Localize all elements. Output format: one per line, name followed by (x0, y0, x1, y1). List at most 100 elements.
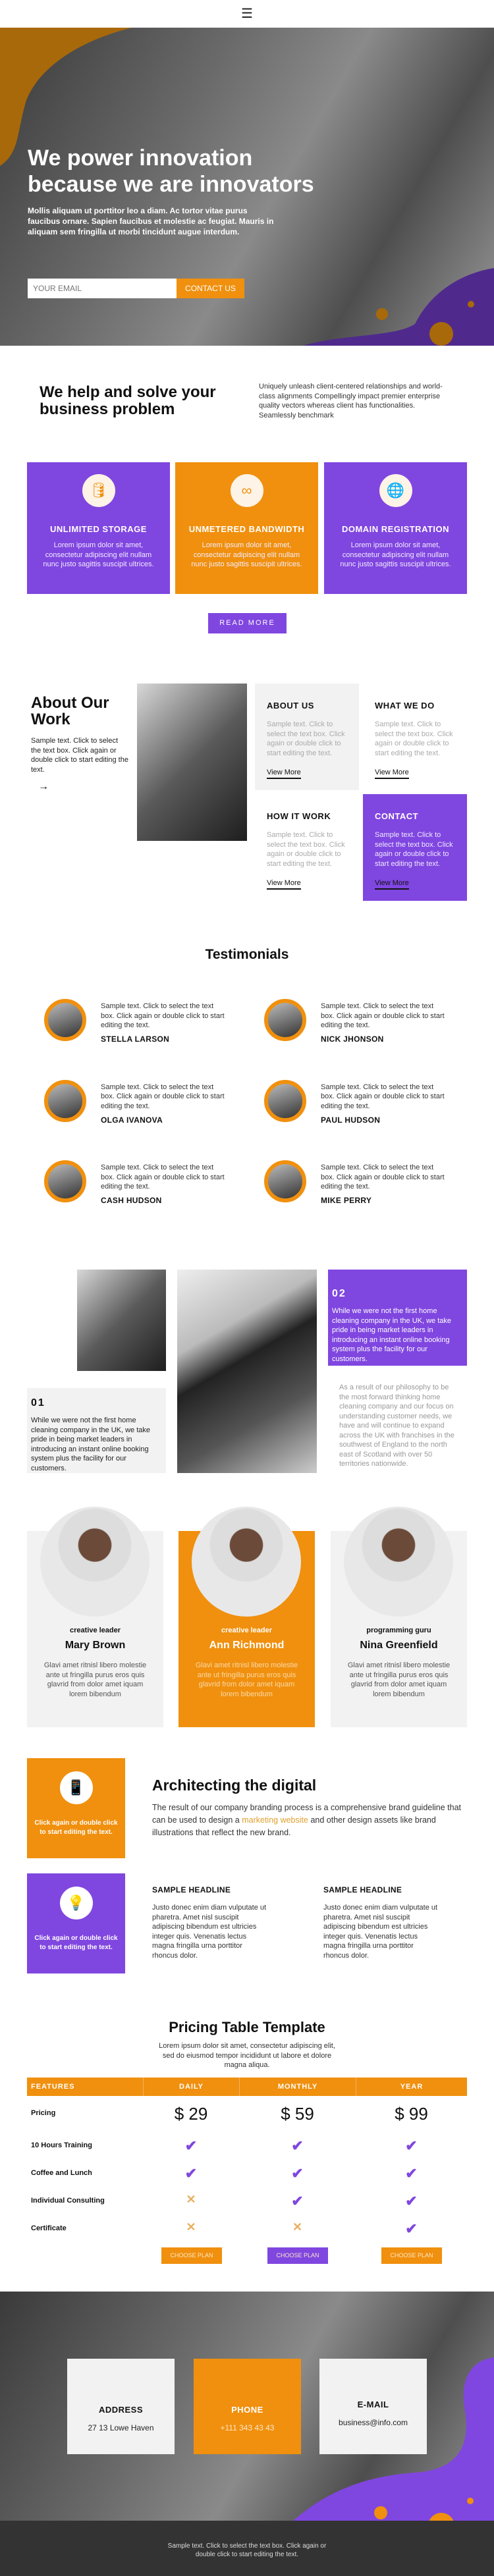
service-card-text: Lorem ipsum dolor sit amet, consectetur … (340, 541, 451, 568)
service-card: 🛢 UNLIMITED STORAGE Lorem ipsum dolor sit … (27, 462, 170, 594)
service-card-title: UNMETERED BANDWIDTH (188, 524, 305, 534)
contact-us-button[interactable]: CONTACT US (177, 279, 244, 298)
hero-section: We power innovation because we are innov… (0, 28, 494, 346)
team-photo (344, 1507, 453, 1617)
globe-www-icon: 🌐 (379, 474, 412, 507)
database-icon: 🛢 (82, 474, 115, 507)
about-title: About Our Work (31, 694, 109, 728)
price-value: $ 99 (395, 2104, 428, 2124)
choose-plan-button[interactable]: CHOOSE PLAN (161, 2247, 222, 2264)
digital-text: The result of our company branding proce… (152, 1802, 462, 1839)
avatar (44, 1079, 86, 1122)
hero-title-line: We power innovation (28, 146, 253, 171)
step-number: 01 (31, 1397, 45, 1409)
email-input[interactable] (28, 279, 177, 298)
service-card: 🌐 DOMAIN REGISTRATION Lorem ipsum dolor si… (324, 462, 467, 594)
contact-card-value[interactable]: business@info.com (327, 2417, 419, 2428)
cross-icon: ✕ (292, 2220, 303, 2234)
team-role: creative leader (221, 1626, 273, 1634)
contact-card-value: 27 13 Lowe Haven (88, 2423, 154, 2432)
hero-text: Mollis aliquam ut porttitor leo a diam. … (28, 206, 274, 236)
team-role: programming guru (366, 1626, 431, 1634)
testimonial-text: Sample text. Click to select the text bo… (321, 1083, 445, 1110)
smartphone-icon: 📱 (59, 1771, 93, 1804)
team-photo (192, 1507, 301, 1617)
testimonial-name: OLGA IVANOVA (101, 1115, 163, 1125)
footer: Sample text. Click to select the text bo… (0, 2521, 494, 2576)
check-icon: ✔ (405, 2193, 418, 2209)
view-more-link[interactable]: View More (375, 879, 409, 890)
team-name: Mary Brown (65, 1640, 126, 1651)
avatar (264, 999, 306, 1041)
testimonial-name: NICK JHONSON (321, 1034, 384, 1044)
feature-box-purple: 💡 Click again or double click to start e… (27, 1873, 125, 1973)
testimonial-text: Sample text. Click to select the text bo… (101, 1083, 225, 1110)
about-text: Sample text. Click to select the text bo… (31, 737, 128, 774)
check-icon: ✔ (291, 2137, 304, 2154)
info-box-text: Sample text. Click to select the text bo… (375, 720, 453, 757)
hero-title: We power innovation because we are innov… (28, 145, 423, 198)
view-more-link[interactable]: View More (375, 768, 409, 779)
price-value: $ 29 (174, 2104, 208, 2124)
hamburger-menu-icon[interactable]: ☰ (241, 7, 253, 21)
avatar (264, 1160, 306, 1202)
feature-label: Individual Consulting (31, 2197, 105, 2205)
feature-box-text: Click again or double click to start edi… (34, 1819, 118, 1836)
view-more-link[interactable]: View More (267, 879, 301, 890)
team-text: Glavi amet ritnisl libero molestie ante … (43, 1661, 147, 1698)
testimonial-text: Sample text. Click to select the text bo… (321, 1164, 445, 1191)
service-card: ∞ UNMETERED BANDWIDTH Lorem ipsum dolor si… (175, 462, 318, 594)
pricing-column-header: MONTHLY (239, 2078, 356, 2096)
info-box-text: Sample text. Click to select the text bo… (375, 831, 453, 868)
building-photo (137, 684, 247, 841)
view-more-wrap: View More (375, 766, 455, 779)
skyscraper-photo (177, 1270, 317, 1473)
info-box-contact: CONTACT Sample text. Click to select the … (363, 794, 467, 901)
help-text: Uniquely unleash client-centered relatio… (259, 383, 443, 419)
pricing-title: Pricing Table Template (169, 2019, 325, 2035)
testimonial-name: CASH HUDSON (101, 1196, 162, 1205)
info-box-title: CONTACT (375, 811, 419, 821)
contact-card: PHONE +111 343 43 43 (194, 2359, 301, 2454)
choose-plan-button[interactable]: CHOOSE PLAN (267, 2247, 328, 2264)
service-card-text: Lorem ipsum dolor sit amet, consectetur … (191, 541, 302, 568)
team-role: creative leader (69, 1626, 121, 1634)
team-name: Nina Greenfield (360, 1640, 438, 1651)
step-01-box: 01 While we were not the first home clea… (27, 1388, 166, 1473)
marketing-website-link[interactable]: marketing website (242, 1815, 308, 1825)
feature-label: 10 Hours Training (31, 2141, 92, 2149)
check-icon: ✔ (405, 2165, 418, 2182)
sample-text: Justo donec enim diam vulputate ut phare… (152, 1904, 267, 1960)
pricing-row-label: Pricing (31, 2109, 56, 2117)
sample-headline: SAMPLE HEADLINE (323, 1885, 402, 1894)
feature-label: Coffee and Lunch (31, 2169, 92, 2177)
info-box-title: ABOUT US (267, 701, 314, 711)
feature-box-text: Click again or double click to start edi… (34, 1935, 118, 1951)
info-box-how-it-work: HOW IT WORK Sample text. Click to select … (255, 794, 359, 901)
info-box-text: Sample text. Click to select the text bo… (267, 831, 345, 868)
view-more-link[interactable]: View More (267, 768, 301, 779)
info-box-about-us: ABOUT US Sample text. Click to select the… (255, 684, 359, 790)
check-icon: ✔ (184, 2137, 198, 2154)
avatar (44, 1160, 86, 1202)
infinity-icon: ∞ (230, 474, 263, 507)
sample-headline: SAMPLE HEADLINE (152, 1885, 231, 1894)
contact-card-title: E-MAIL (357, 2400, 389, 2409)
choose-plan-button[interactable]: CHOOSE PLAN (381, 2247, 442, 2264)
step-text: While we were not the first home cleanin… (332, 1307, 451, 1363)
info-box-title: HOW IT WORK (267, 811, 331, 821)
philosophy-text: As a result of our philosophy to be the … (339, 1383, 454, 1468)
interior-photo (77, 1270, 166, 1371)
step-number: 02 (332, 1288, 346, 1299)
view-more-wrap: View More (267, 876, 347, 890)
testimonial-text: Sample text. Click to select the text bo… (321, 1002, 445, 1029)
arrow-right-icon[interactable]: → (38, 781, 49, 793)
info-box-title: WHAT WE DO (375, 701, 435, 711)
pricing-column-header: YEAR (356, 2078, 467, 2096)
read-more-button[interactable]: READ MORE (208, 613, 287, 633)
avatar (264, 1079, 306, 1122)
testimonials-title: Testimonials (205, 947, 289, 962)
check-icon: ✔ (405, 2220, 418, 2237)
pricing-column-header: FEATURES (31, 2083, 75, 2091)
contact-card-value: +111 343 43 43 (220, 2423, 275, 2432)
